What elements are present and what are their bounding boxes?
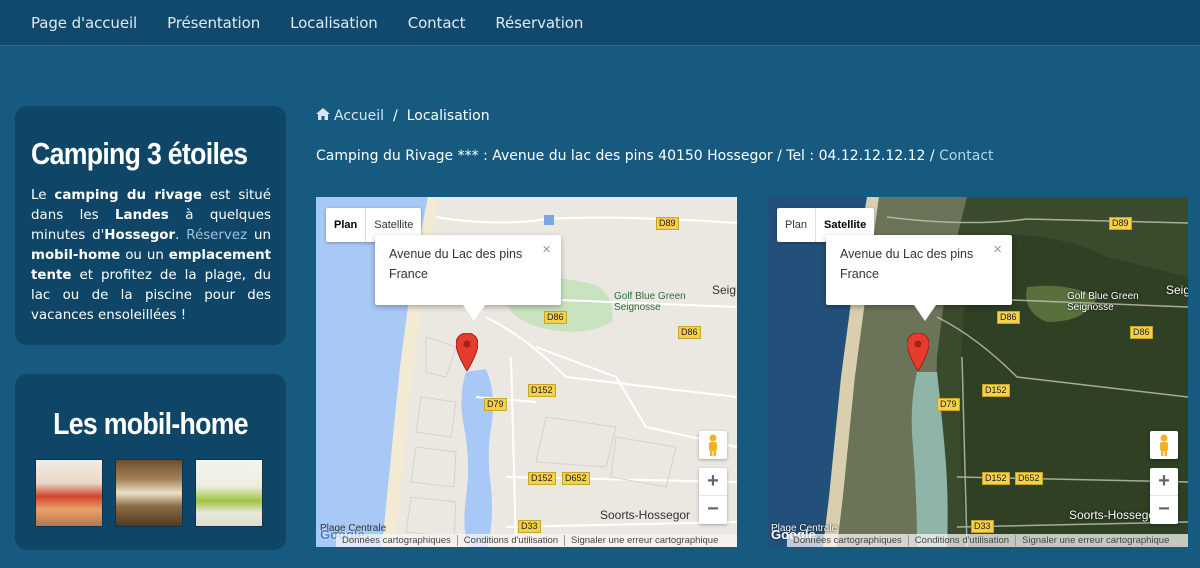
zoom-out-button[interactable]: − [699, 496, 727, 524]
camping-info-panel: Camping 3 étoiles Le camping du rivage e… [15, 106, 286, 345]
street-view-pegman-icon[interactable] [1150, 431, 1178, 459]
info-country-line: France [389, 267, 428, 281]
nav-item-reservation[interactable]: Réservation [495, 14, 583, 32]
breadcrumb-home-link[interactable]: Accueil [334, 108, 384, 124]
address-text: Camping du Rivage *** : Avenue du lac de… [316, 148, 940, 164]
map-data-link[interactable]: Données cartographiques [787, 535, 908, 546]
map-data-link[interactable]: Données cartographiques [336, 535, 457, 546]
road-label: D79 [484, 398, 507, 411]
map-type-plan-button[interactable]: Plan [777, 208, 815, 242]
map-info-window: Avenue du Lac des pins France × [375, 235, 561, 305]
desc-bold-camping: camping du rivage [54, 188, 203, 203]
desc-bold-mobilhome: mobil-home [31, 248, 121, 263]
camping-address: Camping du Rivage *** : Avenue du lac de… [316, 148, 994, 164]
info-window-tail [914, 305, 936, 321]
map-marker-icon[interactable] [906, 332, 930, 375]
terms-link[interactable]: Conditions d'utilisation [907, 535, 1015, 546]
zoom-control: + − [699, 468, 727, 524]
map-plan[interactable]: Plan Satellite D89 D86 D86 D152 D79 D152… [316, 197, 737, 547]
mobilhome-panel-title: Les mobil-home [53, 406, 248, 441]
home-icon [316, 108, 330, 124]
town-label-seig: Seig [1166, 283, 1188, 297]
camping-panel-title: Camping 3 étoiles [31, 136, 248, 171]
road-label: D152 [982, 472, 1010, 485]
road-label: D89 [656, 217, 679, 230]
reserve-link[interactable]: Réservez [186, 228, 247, 243]
town-label-soorts: Soorts-Hossegor [1069, 508, 1160, 522]
road-label: D86 [544, 311, 567, 324]
info-address-line: Avenue du Lac des pins [389, 247, 523, 261]
mobilhome-photo-1[interactable] [35, 459, 103, 527]
mobilhome-panel: Les mobil-home [15, 374, 286, 550]
desc-text: ou un [120, 248, 169, 263]
road-label: D33 [971, 520, 994, 533]
mobilhome-photo-2[interactable] [115, 459, 183, 527]
info-country-line: France [840, 267, 879, 281]
nav-item-accueil[interactable]: Page d'accueil [31, 14, 137, 32]
road-label: D152 [982, 384, 1010, 397]
info-close-icon[interactable]: × [542, 240, 551, 260]
town-label-seig: Seig [712, 283, 737, 297]
road-label: D89 [1109, 217, 1132, 230]
road-label: D86 [1130, 326, 1153, 339]
golf-label-line1: Golf Blue Green [1067, 291, 1139, 302]
breadcrumb-current: Localisation [406, 108, 490, 124]
road-label: D652 [1015, 472, 1043, 485]
map-footer: Données cartographiques Conditions d'uti… [336, 534, 737, 547]
road-label: D33 [518, 520, 541, 533]
nav-item-presentation[interactable]: Présentation [167, 14, 260, 32]
terms-link[interactable]: Conditions d'utilisation [456, 535, 564, 546]
zoom-in-button[interactable]: + [1150, 468, 1178, 496]
road-label: D86 [678, 326, 701, 339]
desc-bold-landes: Landes [115, 208, 169, 223]
street-view-pegman-icon[interactable] [699, 431, 727, 459]
info-close-icon[interactable]: × [993, 240, 1002, 260]
breadcrumb: Accueil / Localisation [316, 108, 490, 124]
map-info-window: Avenue du Lac des pins France × [826, 235, 1012, 305]
golf-label-line2: Seignosse [1067, 302, 1114, 313]
zoom-control: + − [1150, 468, 1178, 524]
breadcrumb-separator: / [393, 108, 398, 124]
top-navigation: Page d'accueil Présentation Localisation… [0, 0, 1200, 46]
desc-text: . [175, 228, 187, 243]
nav-item-localisation[interactable]: Localisation [290, 14, 378, 32]
town-label-soorts: Soorts-Hossegor [600, 508, 691, 522]
zoom-out-button[interactable]: − [1150, 496, 1178, 524]
zoom-in-button[interactable]: + [699, 468, 727, 496]
road-label: D79 [937, 398, 960, 411]
map-footer: Données cartographiques Conditions d'uti… [787, 534, 1188, 547]
report-error-link[interactable]: Signaler une erreur cartographique [1015, 535, 1175, 546]
info-window-tail [463, 305, 485, 321]
report-error-link[interactable]: Signaler une erreur cartographique [564, 535, 724, 546]
road-label: D152 [528, 384, 556, 397]
mobilhome-thumbnails [35, 459, 275, 527]
contact-link[interactable]: Contact [939, 148, 993, 164]
map-marker-icon[interactable] [455, 332, 479, 375]
golf-label-line1: Golf Blue Green [614, 291, 686, 302]
info-address-line: Avenue du Lac des pins [840, 247, 974, 261]
golf-label-line2: Seignosse [614, 302, 661, 313]
road-label: D86 [997, 311, 1020, 324]
desc-text: un [247, 228, 271, 243]
map-type-plan-button[interactable]: Plan [326, 208, 365, 242]
road-label: D652 [562, 472, 590, 485]
desc-bold-hossegor: Hossegor [104, 228, 176, 243]
mobilhome-photo-3[interactable] [195, 459, 263, 527]
map-satellite[interactable]: Plan Satellite D89 D86 D86 D152 D79 D152… [767, 197, 1188, 547]
camping-description: Le camping du rivage est situé dans les … [31, 186, 271, 326]
road-label: D152 [528, 472, 556, 485]
desc-text: Le [31, 188, 55, 203]
nav-item-contact[interactable]: Contact [408, 14, 466, 32]
